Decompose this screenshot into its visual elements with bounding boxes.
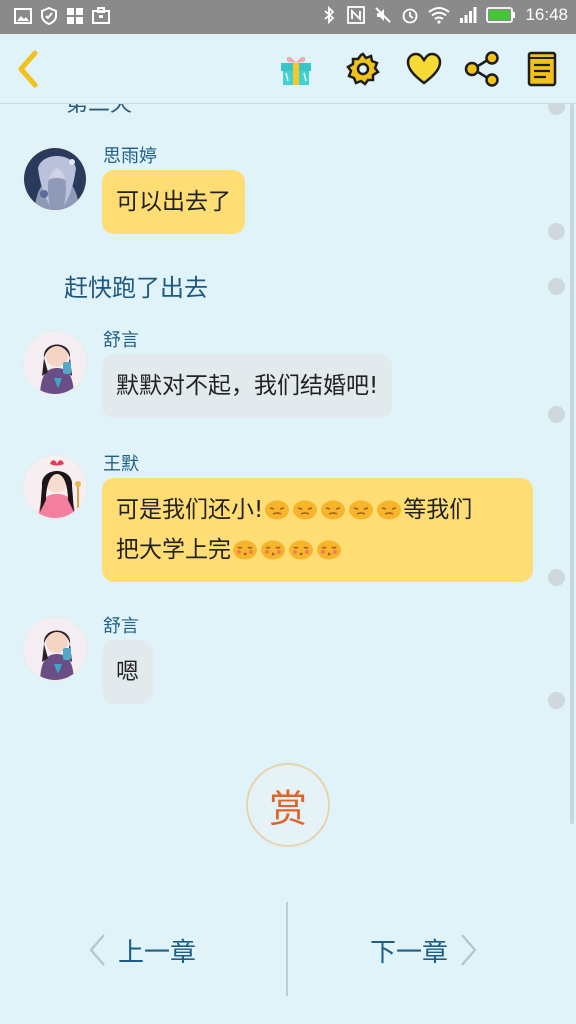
sender-name: 舒言 bbox=[103, 616, 139, 637]
sender-name: 思雨婷 bbox=[103, 146, 157, 167]
scroll-marker-dot bbox=[548, 104, 565, 115]
chevron-left-icon bbox=[18, 50, 38, 88]
briefcase-icon bbox=[92, 7, 110, 24]
message-text: 可是我们还小! bbox=[116, 497, 264, 523]
kiss-emoji-icon bbox=[289, 540, 313, 560]
message-text: 等我们 bbox=[403, 497, 473, 523]
sad-emoji-icon bbox=[265, 500, 290, 520]
chapter-navigation: 上一章 下一章 bbox=[0, 900, 576, 996]
next-chapter-label: 下一章 bbox=[370, 937, 449, 968]
narration-text: 赶快跑了出去 bbox=[64, 274, 208, 302]
reward-button[interactable]: 赏 bbox=[246, 763, 330, 847]
grid-icon bbox=[67, 8, 83, 24]
scroll-marker-dot bbox=[548, 278, 565, 295]
back-button[interactable] bbox=[8, 49, 48, 89]
clock: 16:48 bbox=[525, 5, 568, 24]
message-bubble[interactable]: 可是我们还小! 等我们 把大学上完 bbox=[102, 478, 533, 582]
sad-emoji-icon bbox=[293, 500, 318, 520]
scroll-marker-dot bbox=[548, 223, 565, 240]
settings-button[interactable] bbox=[343, 49, 383, 89]
chevron-left-icon bbox=[89, 934, 105, 966]
gear-icon bbox=[346, 52, 380, 86]
partial-heading: 第二天 bbox=[66, 104, 133, 117]
share-button[interactable] bbox=[462, 49, 502, 89]
avatar[interactable] bbox=[22, 616, 88, 682]
message-bubble[interactable]: 嗯 bbox=[102, 640, 153, 704]
message-bubble[interactable]: 可以出去了 bbox=[102, 170, 245, 234]
sad-emoji-icon bbox=[349, 500, 374, 520]
kiss-emoji-icon bbox=[261, 540, 285, 560]
gift-button[interactable] bbox=[276, 49, 316, 89]
catalog-button[interactable] bbox=[522, 49, 562, 89]
chevron-right-icon bbox=[461, 934, 477, 966]
battery-icon bbox=[486, 7, 516, 23]
book-icon bbox=[527, 51, 557, 87]
sender-name: 王默 bbox=[103, 454, 139, 475]
message-text: 把大学上完 bbox=[116, 537, 231, 563]
mute-icon bbox=[375, 7, 392, 23]
sad-emoji-icon bbox=[321, 500, 346, 520]
shield-icon bbox=[41, 7, 57, 25]
message-bubble[interactable]: 默默对不起，我们结婚吧! bbox=[102, 354, 393, 418]
share-icon bbox=[464, 51, 499, 87]
kiss-emoji-icon bbox=[233, 540, 257, 560]
alarm-icon bbox=[403, 8, 418, 24]
gift-icon bbox=[281, 56, 311, 85]
heart-icon bbox=[406, 52, 442, 85]
wifi-icon bbox=[428, 7, 451, 24]
sad-emoji-icon bbox=[377, 500, 402, 520]
sender-name: 舒言 bbox=[103, 330, 139, 351]
scrollbar[interactable] bbox=[570, 104, 574, 824]
kiss-emoji-icon bbox=[317, 540, 341, 560]
prev-chapter-label: 上一章 bbox=[118, 937, 197, 968]
reader-toolbar bbox=[0, 34, 576, 104]
avatar[interactable] bbox=[22, 146, 88, 212]
image-icon bbox=[14, 8, 32, 24]
scroll-marker-dot bbox=[548, 406, 565, 423]
bluetooth-icon bbox=[324, 6, 335, 24]
avatar[interactable] bbox=[22, 330, 88, 396]
chat-area[interactable]: 第二天 思雨婷 可以出去了 赶快跑了出去 舒言 默默对不起，我们结婚吧! 王默 … bbox=[0, 104, 576, 754]
signal-icon bbox=[460, 7, 477, 23]
scroll-marker-dot bbox=[548, 569, 565, 586]
divider bbox=[286, 902, 288, 996]
status-bar: 16:48 bbox=[0, 0, 576, 34]
nfc-icon bbox=[347, 6, 366, 24]
prev-chapter-button[interactable]: 上一章 bbox=[88, 930, 196, 970]
next-chapter-button[interactable]: 下一章 bbox=[370, 930, 478, 970]
scroll-marker-dot bbox=[548, 692, 565, 709]
favorite-button[interactable] bbox=[404, 49, 444, 89]
avatar[interactable] bbox=[22, 454, 88, 520]
